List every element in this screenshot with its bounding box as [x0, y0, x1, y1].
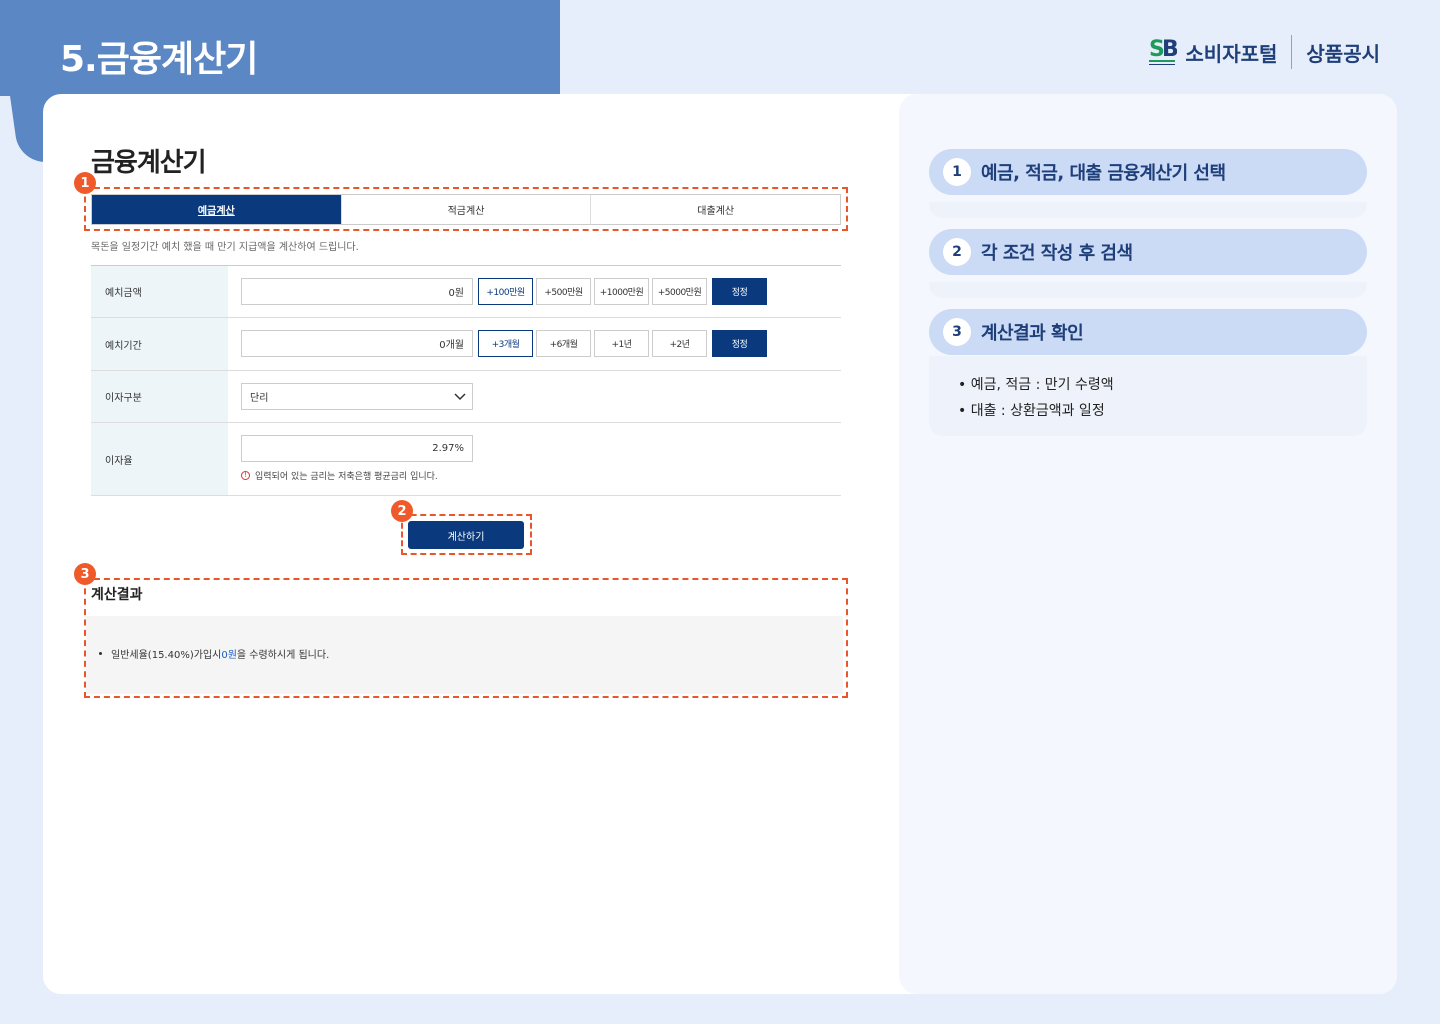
- guide-note: • 예금, 적금 : 만기 수령액: [958, 377, 1114, 393]
- amount-reset-button[interactable]: 정정: [712, 278, 767, 305]
- add-1y-button[interactable]: +1년: [594, 330, 649, 357]
- add-100-button[interactable]: +100만원: [478, 278, 533, 305]
- amount-input[interactable]: 0원: [241, 278, 473, 305]
- marker-badge-1: 1: [74, 172, 96, 194]
- tab-savings[interactable]: 적금계산: [342, 195, 592, 224]
- interest-type-select[interactable]: 단리: [241, 383, 473, 410]
- step-number: 3: [943, 318, 971, 346]
- row-deposit-period: 예치기간 0개월 +3개월 +6개월 +1년 +2년 정정: [91, 318, 841, 371]
- step-number: 2: [943, 238, 971, 266]
- brand-name: 소비자포털: [1185, 41, 1278, 66]
- guide-step-2: 2 각 조건 작성 후 검색: [929, 229, 1367, 275]
- rate-note-text: 입력되어 있는 금리는 저축은행 평균금리 입니다.: [255, 472, 438, 482]
- guide-step-1: 1 예금, 적금, 대출 금융계산기 선택: [929, 149, 1367, 195]
- warning-icon: !: [241, 471, 250, 480]
- sb-logo-icon: S B: [1149, 34, 1179, 70]
- step-label: 각 조건 작성 후 검색: [981, 243, 1133, 264]
- rate-note: ! 입력되어 있는 금리는 저축은행 평균금리 입니다.: [241, 469, 841, 482]
- result-prefix: 일반세율(15.40%)가입시: [111, 650, 222, 661]
- calculator-description: 목돈을 일정기간 예치 했을 때 만기 지급액을 계산하여 드립니다.: [91, 242, 359, 253]
- main-card: 금융계산기 1 예금계산 적금계산 대출계산 목돈을 일정기간 예치 했을 때 …: [43, 94, 1397, 994]
- calculator-tabs: 예금계산 적금계산 대출계산: [91, 194, 841, 225]
- period-input[interactable]: 0개월: [241, 330, 473, 357]
- add-1000-button[interactable]: +1000만원: [594, 278, 649, 305]
- add-3m-button[interactable]: +3개월: [478, 330, 533, 357]
- step-label: 계산결과 확인: [981, 323, 1084, 344]
- row-deposit-amount: 예치금액 0원 +100만원 +500만원 +1000만원 +5000만원 정정: [91, 266, 841, 318]
- add-500-button[interactable]: +500만원: [536, 278, 591, 305]
- calculator-form: 예치금액 0원 +100만원 +500만원 +1000만원 +5000만원 정정…: [91, 265, 841, 496]
- result-text: 일반세율(15.40%)가입시 0원 을 수령하시게 됩니다.: [99, 646, 329, 661]
- brand-subtitle: 상품공시: [1306, 41, 1380, 66]
- step-3-notes: [929, 356, 1367, 436]
- tab-loan[interactable]: 대출계산: [591, 195, 840, 224]
- add-5000-button[interactable]: +5000만원: [652, 278, 707, 305]
- brand-divider: [1291, 35, 1293, 69]
- result-title: 계산결과: [91, 587, 143, 603]
- highlight-box-3: [84, 578, 848, 698]
- period-reset-button[interactable]: 정정: [712, 330, 767, 357]
- step-1-shadow: [929, 202, 1367, 218]
- row-label: 이자율: [91, 423, 228, 495]
- add-2y-button[interactable]: +2년: [652, 330, 707, 357]
- row-label: 예치금액: [91, 266, 228, 317]
- rate-input[interactable]: 2.97%: [241, 435, 473, 462]
- chevron-down-icon: [454, 392, 466, 400]
- result-suffix: 을 수령하시게 됩니다.: [236, 650, 330, 661]
- result-amount: 0원: [221, 650, 237, 661]
- select-value: 단리: [250, 393, 269, 404]
- step-label: 예금, 적금, 대출 금융계산기 선택: [981, 163, 1226, 184]
- guide-note: • 대출 : 상환금액과 일정: [958, 403, 1105, 419]
- step-number: 1: [943, 158, 971, 186]
- step-2-shadow: [929, 282, 1367, 298]
- bullet-icon: [99, 652, 102, 655]
- brand-logo: S B 소비자포털 상품공시: [1149, 34, 1380, 70]
- guide-step-3: 3 계산결과 확인: [929, 309, 1367, 355]
- add-6m-button[interactable]: +6개월: [536, 330, 591, 357]
- row-label: 이자구분: [91, 371, 228, 422]
- row-interest-rate: 이자율 2.97% ! 입력되어 있는 금리는 저축은행 평균금리 입니다.: [91, 423, 841, 496]
- marker-badge-3: 3: [74, 563, 96, 585]
- row-label: 예치기간: [91, 318, 228, 370]
- calculate-button[interactable]: 계산하기: [408, 521, 524, 549]
- row-interest-type: 이자구분 단리: [91, 371, 841, 423]
- svg-text:B: B: [1162, 37, 1177, 62]
- page-title: 5.금융계산기: [60, 39, 258, 80]
- marker-badge-2: 2: [391, 500, 413, 522]
- calculator-title: 금융계산기: [91, 148, 207, 178]
- tab-deposit[interactable]: 예금계산: [92, 195, 342, 224]
